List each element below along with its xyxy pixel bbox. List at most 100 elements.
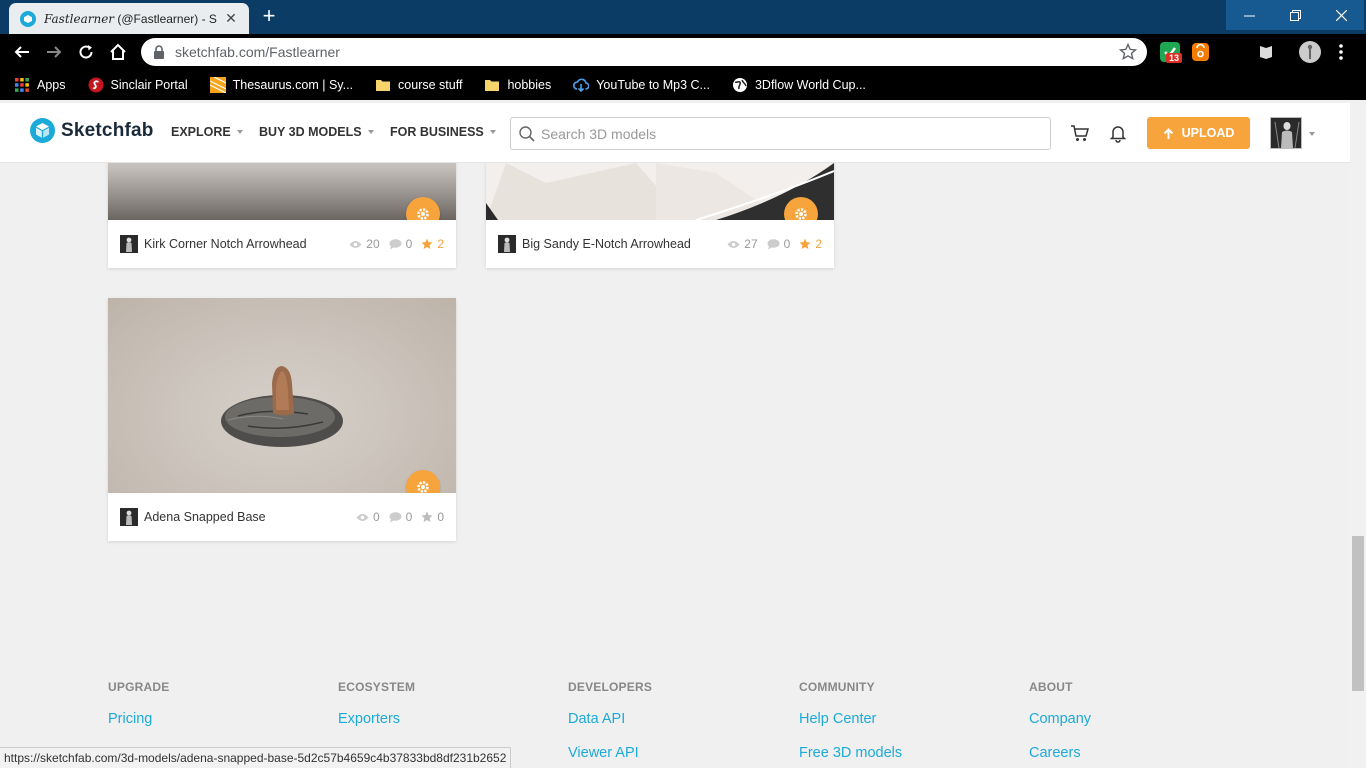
like-count[interactable]: 2 xyxy=(799,237,822,251)
link-status-bar: https://sketchfab.com/3d-models/adena-sn… xyxy=(0,747,512,768)
model-card[interactable]: Adena Snapped Base 0 0 0 xyxy=(108,298,456,541)
cloud-download-icon xyxy=(573,78,590,93)
bookmarks-bar: Apps Sinclair Portal Thesaurus.com | Sy.… xyxy=(0,70,1366,100)
comment-icon xyxy=(767,238,780,249)
footer-link-pricing[interactable]: Pricing xyxy=(108,711,152,727)
chevron-down-icon xyxy=(489,130,496,134)
footer-link-careers[interactable]: Careers xyxy=(1029,745,1081,761)
chrome-menu-icon[interactable] xyxy=(1334,42,1348,62)
page-scrollbar[interactable] xyxy=(1350,103,1366,768)
star-icon xyxy=(421,511,433,522)
footer-col-community: COMMUNITY Help Center Free 3D models xyxy=(799,680,902,761)
menu-buy-3d-models[interactable]: BUY 3D MODELS xyxy=(259,125,374,139)
reload-icon[interactable] xyxy=(74,40,98,64)
sketchfab-logo[interactable]: Sketchfab xyxy=(30,118,154,143)
footer-link-help-center[interactable]: Help Center xyxy=(799,711,876,727)
model-stats: 0 0 0 xyxy=(347,493,444,541)
model-card-meta: Kirk Corner Notch Arrowhead 20 0 2 xyxy=(108,220,456,268)
model-settings-button[interactable] xyxy=(406,197,440,220)
view-count: 20 xyxy=(349,237,380,251)
model-stats: 20 0 2 xyxy=(340,220,444,268)
forward-arrow-icon[interactable] xyxy=(42,40,66,64)
avatar-chevron-down-icon[interactable] xyxy=(1309,132,1315,136)
extension-check-icon[interactable]: 13 xyxy=(1160,42,1183,63)
browser-tab[interactable]: Fastlearner (@Fastlearner) - S ✕ xyxy=(9,3,249,34)
search-input[interactable] xyxy=(541,125,1041,142)
view-count: 0 xyxy=(356,510,380,524)
lock-icon xyxy=(154,45,164,59)
folder-icon xyxy=(376,80,391,91)
footer-link-free-3d-models[interactable]: Free 3D models xyxy=(799,745,902,761)
model-thumbnail[interactable] xyxy=(108,298,456,493)
reader-extension-icon[interactable] xyxy=(1256,42,1276,62)
footer-heading: UPGRADE xyxy=(108,680,170,694)
model-title[interactable]: Big Sandy E-Notch Arrowhead xyxy=(522,237,691,251)
comment-count: 0 xyxy=(767,237,790,251)
address-bar[interactable]: sketchfab.com/Fastlearner xyxy=(141,38,1147,66)
gear-icon xyxy=(795,208,807,220)
model-title[interactable]: Adena Snapped Base xyxy=(144,510,266,524)
cart-icon[interactable] xyxy=(1070,123,1090,143)
author-avatar[interactable] xyxy=(120,508,138,526)
scrollbar-thumb[interactable] xyxy=(1352,536,1364,691)
extension-badge: 13 xyxy=(1166,53,1183,63)
like-count[interactable]: 2 xyxy=(421,237,444,251)
home-icon[interactable] xyxy=(106,40,130,64)
footer-link-viewer-api[interactable]: Viewer API xyxy=(568,745,639,761)
address-url: sketchfab.com/Fastlearner xyxy=(175,44,340,60)
footer-col-upgrade: UPGRADE Pricing xyxy=(108,680,170,727)
profile-avatar-icon[interactable] xyxy=(1299,41,1321,63)
window-minimize-icon[interactable] xyxy=(1226,0,1272,30)
chevron-down-icon xyxy=(367,130,374,134)
bookmark-thesaurus[interactable]: Thesaurus.com | Sy... xyxy=(209,77,353,93)
footer-link-exporters[interactable]: Exporters xyxy=(338,711,400,727)
upload-arrow-icon xyxy=(1163,127,1173,139)
star-icon xyxy=(799,238,811,249)
search-icon xyxy=(519,125,535,142)
eye-icon xyxy=(727,240,740,248)
comment-icon xyxy=(389,238,402,249)
bookmark-youtube-mp3[interactable]: YouTube to Mp3 C... xyxy=(573,77,710,93)
menu-explore[interactable]: EXPLORE xyxy=(171,125,243,139)
like-count[interactable]: 0 xyxy=(421,510,444,524)
footer-link-company[interactable]: Company xyxy=(1029,711,1091,727)
browser-toolbar: sketchfab.com/Fastlearner 13 xyxy=(0,34,1366,70)
upload-button[interactable]: UPLOAD xyxy=(1147,117,1250,149)
author-avatar[interactable] xyxy=(498,235,516,253)
tab-close-icon[interactable]: ✕ xyxy=(223,10,239,26)
logo-text: Sketchfab xyxy=(61,119,154,141)
chevron-down-icon xyxy=(236,130,243,134)
bookmark-course-stuff[interactable]: course stuff xyxy=(375,77,462,93)
view-count: 27 xyxy=(727,237,758,251)
gear-icon xyxy=(417,208,429,220)
thesaurus-icon xyxy=(209,77,226,93)
search-box[interactable] xyxy=(510,117,1051,150)
tab-title: Fastlearner (@Fastlearner) - S xyxy=(44,11,217,26)
menu-for-business[interactable]: FOR BUSINESS xyxy=(390,125,496,139)
bookmark-star-icon[interactable] xyxy=(1119,43,1137,61)
footer-link-data-api[interactable]: Data API xyxy=(568,711,625,727)
folder-icon xyxy=(485,80,500,91)
bookmark-3dflow[interactable]: 3Dflow World Cup... xyxy=(732,77,866,93)
bookmark-hobbies[interactable]: hobbies xyxy=(484,77,551,93)
author-avatar[interactable] xyxy=(120,235,138,253)
browser-tab-strip: Fastlearner (@Fastlearner) - S ✕ + xyxy=(0,0,1366,34)
shopping-bag-extension-icon[interactable] xyxy=(1192,43,1209,61)
window-restore-icon[interactable] xyxy=(1272,0,1318,30)
model-stats: 27 0 2 xyxy=(718,220,822,268)
footer-heading: ECOSYSTEM xyxy=(338,680,416,694)
site-header: Sketchfab EXPLORE BUY 3D MODELS FOR BUSI… xyxy=(0,103,1350,163)
bookmark-sinclair-portal[interactable]: Sinclair Portal xyxy=(88,77,188,93)
bookmark-apps[interactable]: Apps xyxy=(14,77,66,93)
comment-icon xyxy=(389,511,402,522)
gear-icon xyxy=(417,481,429,493)
window-close-icon[interactable] xyxy=(1318,0,1364,30)
user-avatar[interactable] xyxy=(1270,117,1302,149)
bell-icon[interactable] xyxy=(1108,123,1128,143)
footer-heading: COMMUNITY xyxy=(799,680,875,694)
model-title[interactable]: Kirk Corner Notch Arrowhead xyxy=(144,237,307,251)
back-arrow-icon[interactable] xyxy=(10,40,34,64)
eye-icon xyxy=(356,513,369,521)
new-tab-icon[interactable]: + xyxy=(256,5,282,29)
footer-col-about: ABOUT Company Careers xyxy=(1029,680,1091,761)
